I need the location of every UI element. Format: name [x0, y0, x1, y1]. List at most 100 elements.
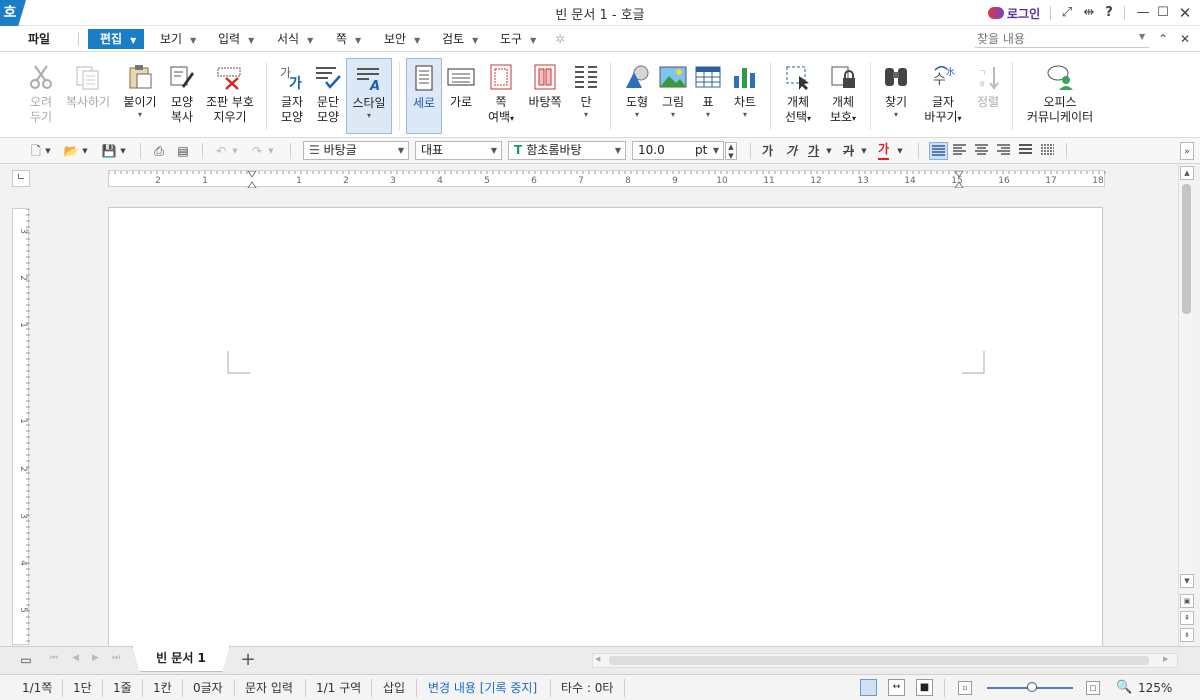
last-tab-icon[interactable]: ⏭	[112, 653, 120, 663]
chevron-down-icon[interactable]: ▼	[119, 142, 127, 160]
chevron-down-icon[interactable]: ▼	[860, 142, 868, 160]
scroll-thumb[interactable]	[1182, 184, 1191, 314]
indent-marker[interactable]	[247, 181, 257, 189]
minimize-icon[interactable]: —	[1134, 4, 1152, 22]
help-icon[interactable]: ?	[1100, 4, 1118, 22]
vertical-ruler[interactable]: 32112345	[12, 208, 30, 645]
print-preview-icon[interactable]: ▤	[174, 142, 192, 160]
menu-file[interactable]: 파일	[22, 29, 56, 49]
select-object-button[interactable]: 개체 선택▾	[778, 58, 818, 134]
page-mode-icon[interactable]: ▣	[1180, 594, 1194, 608]
shape-button[interactable]: 도형 ▾	[618, 58, 656, 134]
draft-view-button[interactable]: ■	[916, 679, 933, 696]
menu-tools[interactable]: 도구 ▼	[494, 29, 542, 49]
next-page-icon[interactable]: ⇟	[1180, 628, 1194, 642]
scroll-thumb[interactable]	[609, 656, 1149, 665]
indent-marker[interactable]	[247, 170, 257, 178]
app-logo-icon[interactable]: 호	[0, 0, 26, 26]
chart-button[interactable]: 차트 ▾	[728, 58, 762, 134]
add-tab-button[interactable]: +	[235, 649, 261, 671]
menu-format[interactable]: 서식 ▼	[271, 29, 319, 49]
previous-page-icon[interactable]: ⇞	[1180, 611, 1194, 625]
toolbar-expand-icon[interactable]: »	[1180, 142, 1194, 160]
para-shape-button[interactable]: 문단 모양	[310, 58, 346, 134]
char-shape-button[interactable]: 가가 글자 모양	[274, 58, 310, 134]
menu-view[interactable]: 보기 ▼	[154, 29, 202, 49]
replace-button[interactable]: 수水 글자 바꾸기▾	[920, 58, 966, 134]
chevron-down-icon[interactable]: ▼	[231, 142, 239, 160]
underline-button[interactable]: 가	[808, 142, 819, 160]
scroll-down-icon[interactable]: ▼	[1180, 574, 1194, 588]
bold-button[interactable]: 가	[762, 142, 773, 160]
page-margin-button[interactable]: 쪽 여백▾	[482, 58, 520, 134]
fullscreen-icon[interactable]: ⤢	[1058, 4, 1076, 22]
undo-icon[interactable]: ↶	[212, 142, 230, 160]
status-page[interactable]: 1/1쪽	[22, 680, 52, 696]
font-size-select[interactable]: 10.0 pt ▼	[632, 141, 724, 160]
align-center-button[interactable]	[973, 142, 992, 160]
split-distribute-button[interactable]	[1039, 142, 1058, 160]
clear-marks-button[interactable]: 조판 부호 지우기	[202, 58, 258, 134]
menu-insert[interactable]: 입력 ▼	[212, 29, 260, 49]
horizontal-scrollbar[interactable]: ◀ ▶	[592, 653, 1178, 668]
strikethrough-button[interactable]: 가	[843, 142, 854, 160]
puzzle-icon[interactable]: ✲	[549, 29, 571, 49]
zoom-level[interactable]: 125%	[1138, 680, 1172, 696]
open-folder-icon[interactable]: 📂	[62, 142, 80, 160]
ribbon-collapse-icon[interactable]: ⌃	[1154, 30, 1172, 48]
new-document-icon[interactable]: 🗋	[28, 142, 44, 160]
table-button[interactable]: 표 ▾	[692, 58, 724, 134]
office-communicator-button[interactable]: 오피스 커뮤니케이터	[1022, 58, 1098, 134]
chevron-down-icon[interactable]: ▼	[825, 142, 833, 160]
close-icon[interactable]: ✕	[1176, 4, 1194, 22]
login-button[interactable]: 로그인	[988, 4, 1040, 22]
format-painter-button[interactable]: 모양 복사	[164, 58, 200, 134]
search-input[interactable]	[975, 30, 1149, 48]
scroll-up-icon[interactable]: ▲	[1180, 166, 1194, 180]
tab-stop-selector[interactable]: ∟	[12, 170, 30, 187]
zoom-in-icon[interactable]: □	[1086, 681, 1100, 695]
picture-button[interactable]: 그림 ▾	[656, 58, 690, 134]
full-width-view-button[interactable]: ↔	[888, 679, 905, 696]
sort-button[interactable]: ㄱㅎ 정렬	[972, 58, 1004, 134]
status-insert[interactable]: 삽입	[383, 680, 405, 696]
previous-tab-icon[interactable]: ◀	[72, 653, 79, 663]
horizontal-ruler[interactable]: 2 1 1 2 3 4 5 6 7 8 9 10 11 12 13 14 15 16 17 18	[108, 170, 1106, 189]
language-select[interactable]: 대표 ▼	[415, 141, 502, 160]
font-size-stepper[interactable]: ▲ ▼	[725, 142, 737, 160]
align-left-button[interactable]	[951, 142, 970, 160]
save-icon[interactable]: 💾	[100, 142, 118, 160]
zoom-search-icon[interactable]: 🔍	[1116, 680, 1132, 696]
paste-button[interactable]: 붙이기 ▾	[120, 58, 160, 134]
print-icon[interactable]: ⎙	[150, 142, 168, 160]
next-tab-icon[interactable]: ▶	[92, 653, 99, 663]
align-right-button[interactable]	[995, 142, 1014, 160]
chevron-down-icon[interactable]: ▼	[44, 142, 52, 160]
search-dropdown-icon[interactable]: ▼	[1139, 32, 1145, 41]
zoom-slider-thumb[interactable]	[1027, 682, 1037, 692]
distribute-button[interactable]	[1017, 142, 1036, 160]
style-select[interactable]: ☰ 바탕글 ▼	[303, 141, 409, 160]
font-select[interactable]: T 함초롬바탕 ▼	[508, 141, 626, 160]
status-track-changes[interactable]: 변경 내용 [기록 중지]	[428, 680, 537, 696]
first-tab-icon[interactable]: ⏮	[50, 653, 58, 663]
font-color-button[interactable]: 가	[878, 142, 890, 160]
page-view-button[interactable]	[860, 679, 877, 696]
cut-button[interactable]: 오려 두기	[24, 58, 58, 134]
chevron-down-icon[interactable]: ▼	[896, 142, 904, 160]
document-page[interactable]	[108, 207, 1103, 647]
menu-security[interactable]: 보안 ▼	[378, 29, 426, 49]
copy-button[interactable]: 복사하기	[62, 58, 114, 134]
tab-list-icon[interactable]: ▭	[18, 651, 34, 669]
master-page-button[interactable]: 바탕쪽	[524, 58, 566, 134]
columns-button[interactable]: 단 ▾	[570, 58, 602, 134]
close-document-icon[interactable]: ✕	[1176, 30, 1194, 48]
menu-page[interactable]: 쪽 ▼	[330, 29, 367, 49]
status-input-mode[interactable]: 문자 입력	[245, 680, 293, 696]
align-justify-button[interactable]	[929, 142, 948, 160]
redo-icon[interactable]: ↷	[248, 142, 266, 160]
scroll-right-icon[interactable]: ▶	[1163, 655, 1168, 663]
chevron-down-icon[interactable]: ▼	[267, 142, 275, 160]
chevron-down-icon[interactable]: ▼	[81, 142, 89, 160]
document-tab[interactable]: 빈 문서 1	[132, 646, 230, 672]
